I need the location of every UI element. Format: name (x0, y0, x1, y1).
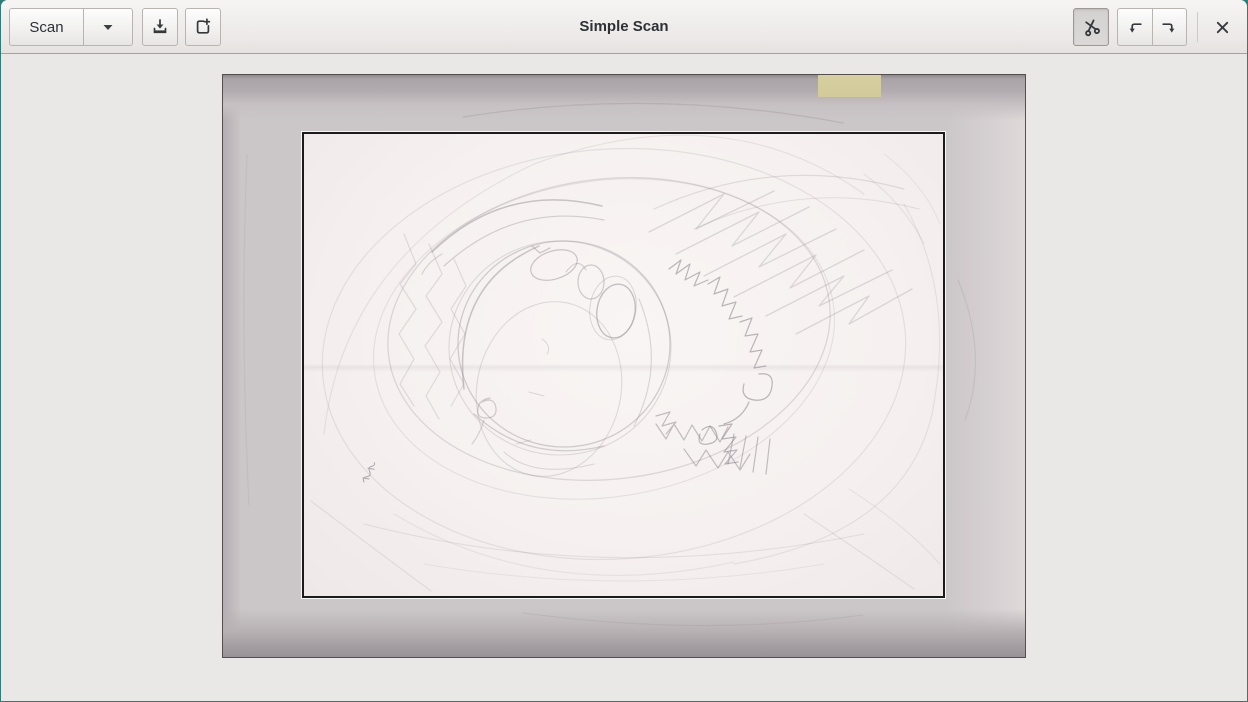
simple-scan-window: Simple Scan Scan (1, 0, 1247, 701)
scanned-sketch (304, 134, 943, 596)
scan-button[interactable]: Scan (10, 9, 83, 45)
header-separator (1197, 12, 1198, 42)
crop-selection[interactable] (302, 132, 945, 598)
rotate-left-button[interactable] (1118, 9, 1152, 45)
scan-options-dropdown-button[interactable] (83, 9, 132, 45)
add-page-button[interactable] (185, 8, 221, 46)
save-button[interactable] (142, 8, 178, 46)
rotate-right-icon (1160, 18, 1178, 36)
close-icon (1215, 20, 1230, 35)
chevron-down-icon (102, 23, 114, 31)
save-icon (151, 18, 169, 36)
close-button[interactable] (1206, 10, 1238, 44)
crop-scissors-icon (1082, 18, 1101, 37)
rotate-button-group (1117, 8, 1187, 46)
scan-split-button: Scan (9, 8, 133, 46)
rotate-right-button[interactable] (1152, 9, 1187, 45)
rotate-left-icon (1126, 18, 1144, 36)
crop-button[interactable] (1073, 8, 1109, 46)
add-page-icon (194, 18, 212, 36)
header-bar: Simple Scan Scan (1, 0, 1247, 54)
scan-preview-area (1, 54, 1247, 701)
scanned-page-image (222, 74, 1026, 658)
scan-button-label: Scan (29, 19, 63, 36)
